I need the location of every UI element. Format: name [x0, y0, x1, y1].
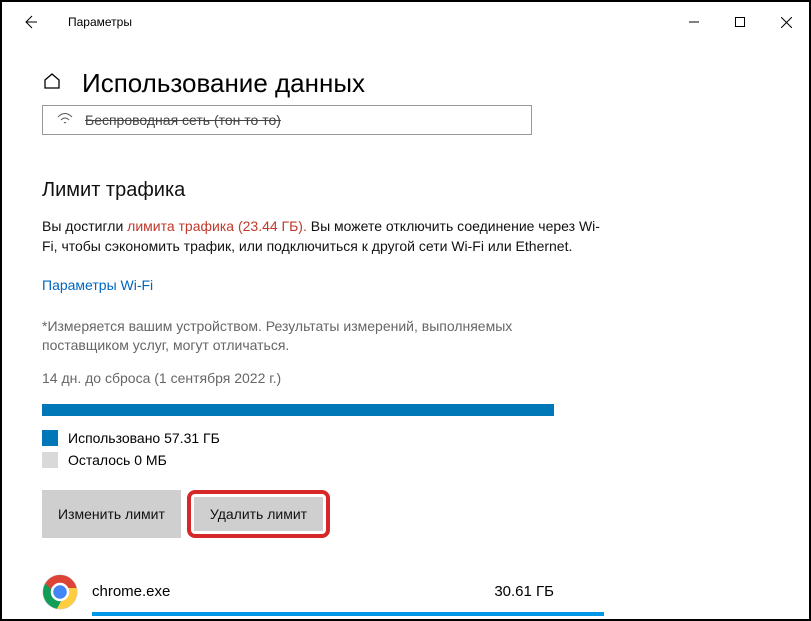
swatch-remaining-icon	[42, 452, 58, 468]
remove-limit-button[interactable]: Удалить лимит	[194, 497, 323, 531]
app-row-chrome: chrome.exe 30.61 ГБ	[42, 574, 554, 610]
page-header: Использование данных	[42, 68, 779, 99]
measurement-footnote: *Измеряется вашим устройством. Результат…	[42, 317, 602, 356]
usage-bar	[42, 404, 554, 416]
wifi-icon	[57, 112, 73, 128]
maximize-button[interactable]	[717, 4, 763, 40]
app-size: 30.61 ГБ	[494, 583, 554, 600]
window-controls	[671, 4, 809, 40]
remaining-label: Осталось 0 МБ	[68, 452, 167, 468]
network-selector[interactable]: Беспроводная сеть (тон то то)	[42, 105, 532, 135]
app-name: chrome.exe	[92, 583, 480, 600]
limit-value: лимита трафика (23.44 ГБ).	[127, 218, 307, 234]
change-limit-button[interactable]: Изменить лимит	[42, 490, 181, 538]
swatch-used-icon	[42, 430, 58, 446]
used-label: Использовано 57.31 ГБ	[68, 430, 220, 446]
limit-section: Лимит трафика Вы достигли лимита трафика…	[42, 179, 602, 616]
legend-remaining: Осталось 0 МБ	[42, 452, 602, 468]
reset-info: 14 дн. до сброса (1 сентября 2022 г.)	[42, 370, 602, 386]
legend-used: Использовано 57.31 ГБ	[42, 430, 602, 446]
home-icon[interactable]	[42, 71, 62, 96]
limit-heading: Лимит трафика	[42, 179, 602, 202]
minimize-button[interactable]	[671, 4, 717, 40]
limit-message: Вы достигли лимита трафика (23.44 ГБ). В…	[42, 216, 602, 257]
usage-legend: Использовано 57.31 ГБ Осталось 0 МБ	[42, 430, 602, 468]
page-title: Использование данных	[82, 68, 365, 99]
limit-buttons: Изменить лимит Удалить лимит	[42, 490, 602, 538]
close-icon	[781, 17, 792, 28]
network-name: Беспроводная сеть (тон то то)	[85, 112, 281, 128]
titlebar: Параметры	[2, 2, 809, 42]
window-title: Параметры	[68, 15, 132, 29]
chrome-icon	[42, 574, 78, 610]
app-usage-bar	[92, 612, 604, 616]
maximize-icon	[735, 17, 745, 27]
back-button[interactable]	[12, 4, 48, 40]
wifi-settings-link[interactable]: Параметры Wi-Fi	[42, 277, 153, 293]
arrow-left-icon	[22, 14, 38, 30]
remove-limit-highlight: Удалить лимит	[187, 490, 330, 538]
content: Использование данных Беспроводная сеть (…	[2, 68, 809, 616]
minimize-icon	[689, 17, 699, 27]
close-button[interactable]	[763, 4, 809, 40]
